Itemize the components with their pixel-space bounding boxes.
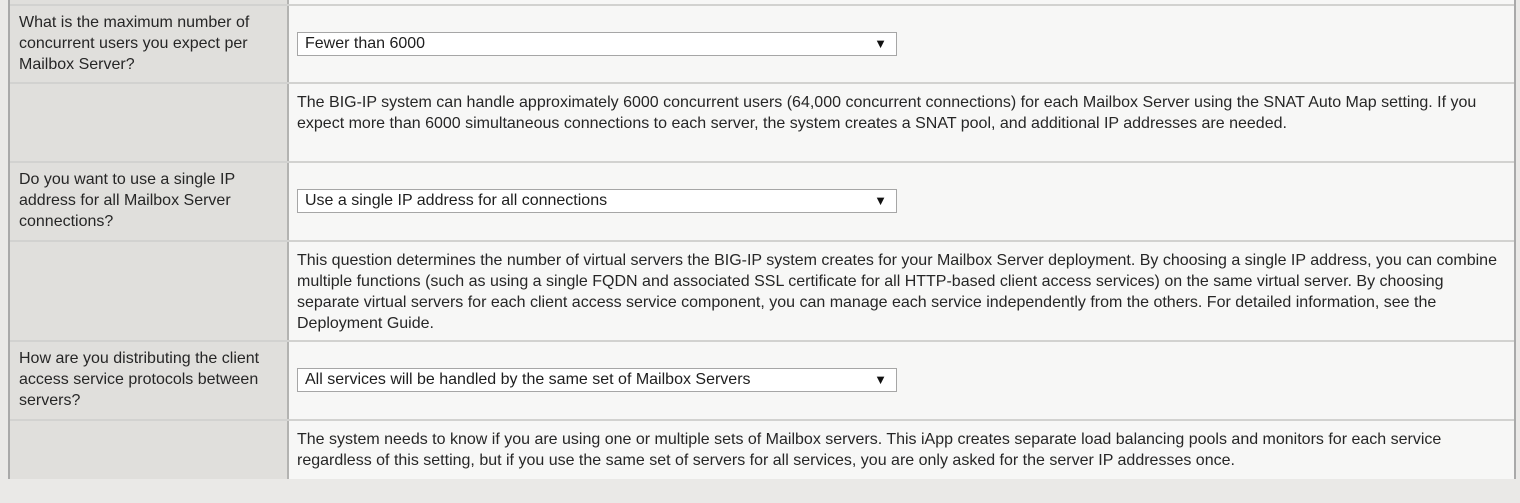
single-ip-selected-value: Use a single IP address for all connecti… [305,192,608,209]
service-distribution-description: The system needs to know if you are usin… [289,421,1514,479]
single-ip-question: Do you want to use a single IP address f… [10,163,289,242]
concurrent-users-question: What is the maximum number of concurrent… [10,6,289,84]
concurrent-users-select[interactable]: Fewer than 6000 ▼ [297,32,897,56]
table-row-single-ip: Do you want to use a single IP address f… [10,161,1514,242]
table-row-service-distribution: How are you distributing the client acce… [10,340,1514,421]
service-distribution-question: How are you distributing the client acce… [10,342,289,421]
service-distribution-select[interactable]: All services will be handled by the same… [297,368,897,392]
chevron-down-icon: ▼ [874,193,887,208]
chevron-down-icon: ▼ [874,372,887,387]
table-row-single-ip-help: This question determines the number of v… [10,240,1514,342]
single-ip-description: This question determines the number of v… [289,242,1514,342]
settings-table: What is the maximum number of concurrent… [8,0,1516,479]
concurrent-users-description: The BIG-IP system can handle approximate… [289,84,1514,163]
table-row-concurrent-users: What is the maximum number of concurrent… [10,4,1514,84]
table-row-concurrent-users-help: The BIG-IP system can handle approximate… [10,82,1514,163]
chevron-down-icon: ▼ [874,36,887,51]
table-row-service-distribution-help: The system needs to know if you are usin… [10,419,1514,479]
concurrent-users-selected-value: Fewer than 6000 [305,35,426,52]
single-ip-select[interactable]: Use a single IP address for all connecti… [297,189,897,213]
service-distribution-selected-value: All services will be handled by the same… [305,371,751,388]
